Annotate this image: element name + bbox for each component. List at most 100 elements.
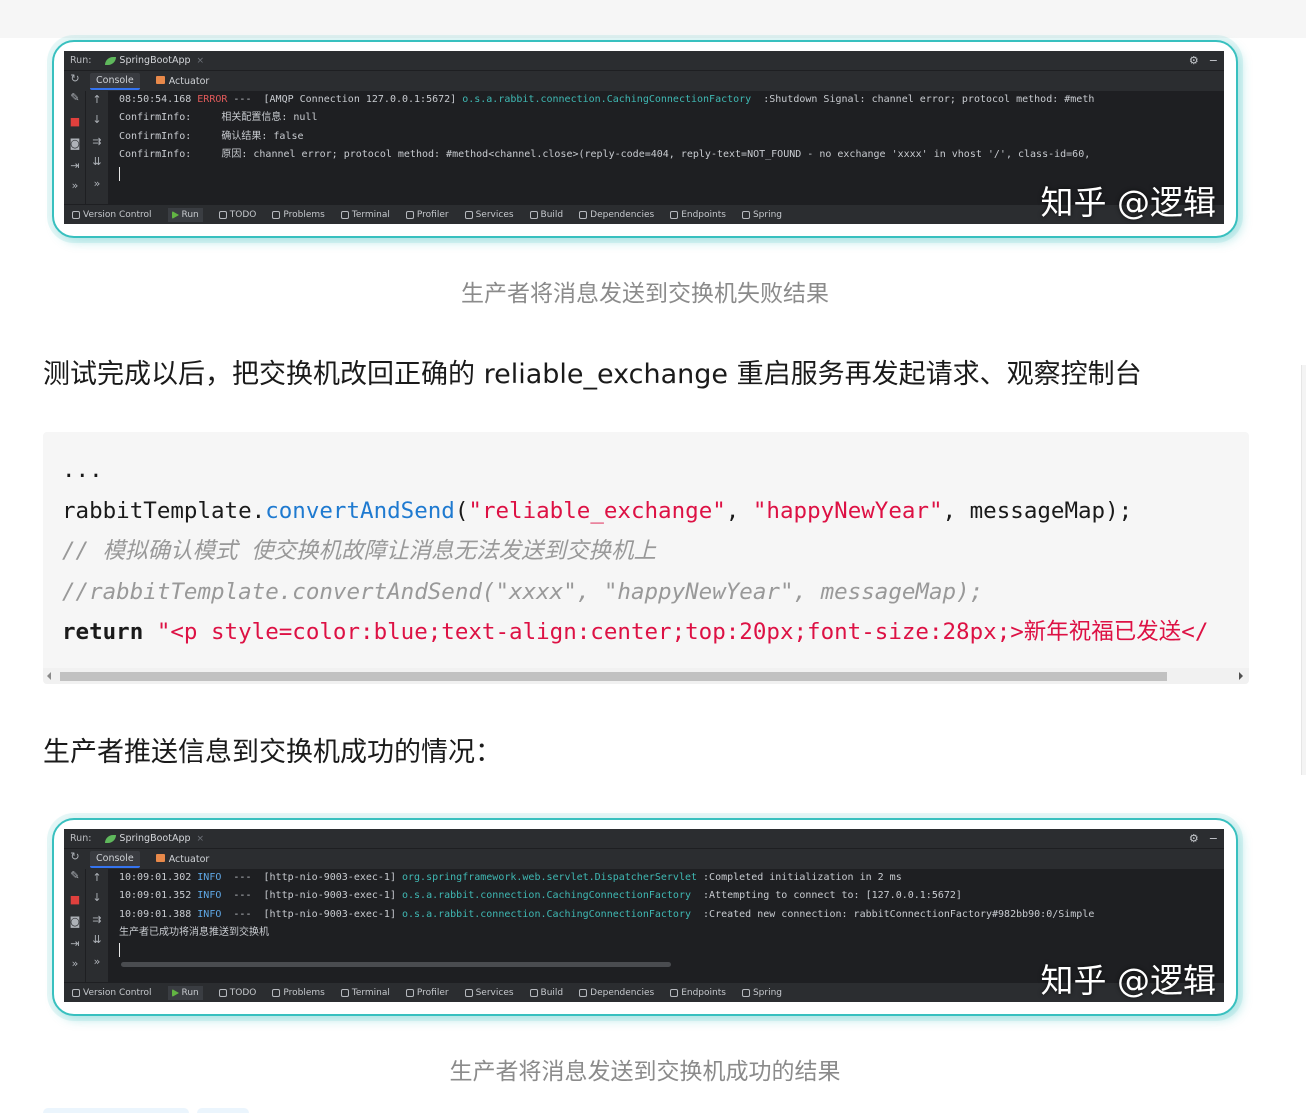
footer-version-control[interactable]: Version Control	[72, 988, 152, 998]
scroll-left-icon[interactable]	[47, 672, 51, 680]
up-arrow-icon[interactable]: ↑	[86, 871, 108, 884]
close-icon[interactable]: ×	[197, 56, 205, 66]
tag-chips	[43, 1108, 249, 1113]
console-tabs: Console Actuator	[64, 849, 1224, 869]
actuator-icon	[155, 853, 165, 862]
scrollbar-thumb[interactable]	[60, 672, 1167, 681]
footer-run[interactable]: Run	[167, 207, 203, 222]
footer-dependencies[interactable]: Dependencies	[579, 210, 654, 220]
code-string: "<p style=color:blue;text-align:center;t…	[143, 619, 1209, 645]
horizontal-scrollbar[interactable]	[43, 668, 1249, 684]
minimize-icon[interactable]: −	[1209, 54, 1218, 67]
gear-icon[interactable]: ⚙	[1189, 832, 1199, 845]
text-cursor	[119, 167, 120, 181]
close-icon[interactable]: ×	[197, 834, 205, 844]
wrench-icon[interactable]: ✎	[64, 91, 86, 104]
app-tab[interactable]: SpringBootApp ×	[105, 55, 204, 66]
footer-build[interactable]: Build	[529, 210, 563, 220]
footer-dependencies[interactable]: Dependencies	[579, 988, 654, 998]
tab-actuator[interactable]: Actuator	[150, 74, 216, 89]
log-class: o.s.a.rabbit.connection.CachingConnectio…	[462, 94, 752, 105]
tag-chip[interactable]	[197, 1108, 249, 1113]
footer-endpoints[interactable]: Endpoints	[670, 988, 726, 998]
footer-todo[interactable]: TODO	[218, 988, 256, 998]
list-icon	[218, 210, 227, 219]
exit-icon[interactable]: ⇥	[64, 159, 86, 172]
footer-problems[interactable]: Problems	[272, 988, 325, 998]
list-icon	[218, 988, 227, 997]
footer-profiler[interactable]: Profiler	[405, 988, 449, 998]
scroll-right-icon[interactable]	[1239, 672, 1243, 680]
soft-wrap-icon[interactable]: ⇉	[86, 135, 108, 148]
code-comment: // 模拟确认模式 使交换机故障让消息无法发送到交换机上	[62, 538, 657, 564]
footer-services[interactable]: Services	[464, 988, 514, 998]
tab-console[interactable]: Console	[90, 72, 140, 90]
endpoints-icon	[670, 988, 679, 997]
services-icon	[464, 210, 473, 219]
rerun-icon[interactable]: ↻	[64, 72, 86, 85]
footer-version-control[interactable]: Version Control	[72, 210, 152, 220]
tab-actuator-label: Actuator	[168, 853, 210, 865]
more-icon[interactable]: »	[64, 179, 86, 192]
rerun-icon[interactable]: ↻	[64, 850, 86, 863]
footer-problems[interactable]: Problems	[272, 210, 325, 220]
stop-icon[interactable]: ■	[64, 893, 86, 906]
gear-icon[interactable]: ⚙	[1189, 54, 1199, 67]
footer-run[interactable]: Run	[167, 985, 203, 1000]
app-tab[interactable]: SpringBootApp ×	[105, 833, 204, 844]
console-scrollbar[interactable]	[121, 962, 671, 967]
tab-actuator-label: Actuator	[168, 75, 210, 87]
ide-window: Run: SpringBootApp × ⚙ − Console Actuato…	[64, 829, 1224, 1002]
page-top-strip	[0, 0, 1306, 38]
footer-terminal[interactable]: Terminal	[340, 210, 390, 220]
footer-build[interactable]: Build	[529, 988, 563, 998]
log-line: 生产者已成功将消息推送到交换机	[119, 927, 269, 938]
image-caption-success: 生产者将消息发送到交换机成功的结果	[449, 1059, 841, 1085]
up-arrow-icon[interactable]: ↑	[86, 93, 108, 106]
camera-icon[interactable]: ◙	[64, 137, 86, 150]
more-icon[interactable]: »	[64, 957, 86, 970]
stop-icon[interactable]: ■	[64, 115, 86, 128]
log-class: o.s.a.rabbit.connection.CachingConnectio…	[402, 909, 698, 920]
footer-todo[interactable]: TODO	[218, 210, 256, 220]
profiler-icon	[405, 210, 414, 219]
run-toolbar: Run: SpringBootApp × ⚙ −	[64, 51, 1224, 71]
tab-console[interactable]: Console	[90, 850, 140, 868]
app-tab-label: SpringBootApp	[119, 55, 191, 66]
spring-icon	[741, 988, 750, 997]
footer-spring[interactable]: Spring	[741, 988, 782, 998]
log-level: ERROR	[197, 94, 228, 105]
down-arrow-icon[interactable]: ↓	[86, 113, 108, 126]
exit-icon[interactable]: ⇥	[64, 937, 86, 950]
log-line: 08:50:54.168 ERROR --- [AMQP Connection …	[119, 94, 1095, 105]
wrench-icon[interactable]: ✎	[64, 869, 86, 882]
paragraph-success: 生产者推送信息到交换机成功的情况：	[43, 737, 502, 768]
tab-actuator[interactable]: Actuator	[150, 852, 216, 867]
minimize-icon[interactable]: −	[1209, 832, 1218, 845]
log-line: ConfirmInfo: 相关配置信息: null	[119, 112, 318, 123]
code-line: return "<p style=color:blue;text-align:c…	[62, 612, 1208, 653]
footer-profiler[interactable]: Profiler	[405, 210, 449, 220]
zhihu-watermark: 知乎 @逻辑	[1040, 183, 1217, 222]
terminal-icon	[340, 988, 349, 997]
scroll-end-icon[interactable]: ⇊	[86, 933, 108, 946]
log-level: INFO	[197, 890, 228, 901]
info-icon	[272, 210, 281, 219]
dependencies-icon	[579, 210, 588, 219]
footer-endpoints[interactable]: Endpoints	[670, 210, 726, 220]
footer-services[interactable]: Services	[464, 210, 514, 220]
down-arrow-icon[interactable]: ↓	[86, 891, 108, 904]
more-icon[interactable]: »	[86, 177, 108, 190]
soft-wrap-icon[interactable]: ⇉	[86, 913, 108, 926]
footer-spring[interactable]: Spring	[741, 210, 782, 220]
log-level: INFO	[197, 909, 228, 920]
scroll-end-icon[interactable]: ⇊	[86, 155, 108, 168]
zhihu-watermark: 知乎 @逻辑	[1040, 961, 1217, 1000]
camera-icon[interactable]: ◙	[64, 915, 86, 928]
footer-terminal[interactable]: Terminal	[340, 988, 390, 998]
code-keyword: return	[62, 619, 144, 645]
more-icon[interactable]: »	[86, 955, 108, 968]
run-toolbar: Run: SpringBootApp × ⚙ −	[64, 829, 1224, 849]
tag-chip[interactable]	[43, 1108, 189, 1113]
console-scroll-toolbar: ↑ ↓ ⇉ ⇊ »	[86, 869, 108, 982]
